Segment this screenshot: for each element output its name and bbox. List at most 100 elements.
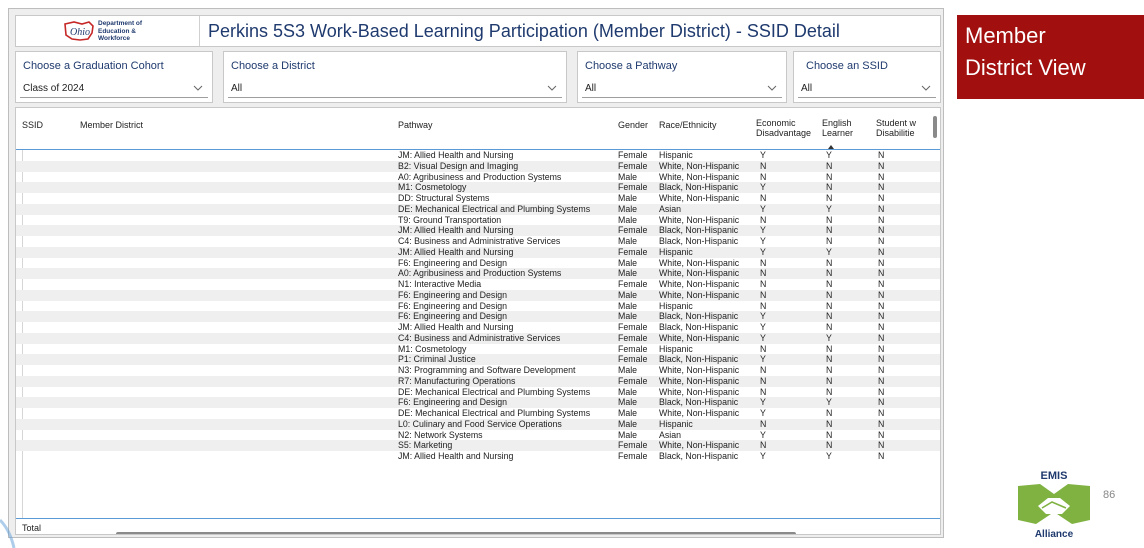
column-header-students-with-disabilities[interactable]: Student w Disabilitie: [876, 118, 928, 140]
table-row[interactable]: F6: Engineering and Design Male Black, Non…: [16, 311, 940, 322]
cell-race-ethnicity: Black, Non-Hispanic: [659, 225, 739, 236]
table-row[interactable]: N1: Interactive Media Female White, Non-Hi…: [16, 279, 940, 290]
table-row[interactable]: A0: Agribusiness and Production Systems M…: [16, 268, 940, 279]
table-body: JM: Allied Health and Nursing Female Hispa…: [16, 150, 940, 518]
cell-students-with-disabilities: N: [878, 236, 885, 246]
table-row[interactable]: DE: Mechanical Electrical and Plumbing S…: [16, 203, 940, 215]
table-row[interactable]: DD: Structural Systems Male White, Non-His…: [16, 193, 940, 204]
cell-economic-disadvantage: Y: [760, 332, 766, 343]
table-row[interactable]: T9: Ground Transportation Male White, Non-…: [16, 215, 940, 226]
chevron-down-icon[interactable]: [192, 83, 204, 93]
chevron-down-icon[interactable]: [546, 83, 558, 93]
column-header-member-district[interactable]: Member District: [80, 120, 143, 130]
table-row[interactable]: N2: Network Systems Male Asian Y N N: [16, 429, 940, 441]
table-row[interactable]: N3: Programming and Software Development…: [16, 365, 940, 376]
cell-english-learner: N: [826, 300, 833, 311]
filter-bar: Choose a Graduation Cohort Class of 2024…: [15, 51, 941, 105]
table-row[interactable]: F6: Engineering and Design Male Hispanic N N…: [16, 300, 940, 312]
cell-economic-disadvantage: N: [760, 440, 767, 451]
cell-pathway: JM: Allied Health and Nursing: [398, 322, 514, 332]
cell-students-with-disabilities: N: [878, 451, 885, 461]
column-header-ssid[interactable]: SSID: [22, 120, 43, 130]
table-row[interactable]: F6: Engineering and Design Male White, Non…: [16, 289, 940, 301]
cell-students-with-disabilities: N: [878, 150, 885, 160]
cell-race-ethnicity: Black, Non-Hispanic: [659, 311, 739, 322]
cell-economic-disadvantage: N: [760, 257, 767, 268]
cell-students-with-disabilities: N: [878, 343, 885, 354]
chevron-down-icon[interactable]: [920, 83, 932, 93]
ohio-state-icon: Ohio: [64, 21, 94, 41]
cell-gender: Male: [618, 300, 638, 311]
table-row[interactable]: JM: Allied Health and Nursing Female Black…: [16, 225, 940, 236]
cell-economic-disadvantage: Y: [760, 236, 766, 246]
cell-economic-disadvantage: Y: [760, 397, 766, 408]
cell-pathway: F6: Engineering and Design: [398, 257, 508, 268]
cell-economic-disadvantage: N: [760, 193, 767, 203]
cell-gender: Male: [618, 429, 638, 440]
cell-english-learner: N: [826, 429, 833, 440]
cell-race-ethnicity: White, Non-Hispanic: [659, 160, 740, 171]
column-header-gender[interactable]: Gender: [618, 120, 648, 130]
logo-text: Department of Education & Workforce: [98, 20, 143, 42]
cell-english-learner: N: [826, 193, 833, 203]
horizontal-scrollbar[interactable]: [116, 532, 796, 534]
sort-ascending-icon[interactable]: [828, 145, 834, 149]
cell-gender: Female: [618, 246, 648, 257]
vertical-scrollbar[interactable]: [933, 116, 937, 138]
graduation-cohort-label: Choose a Graduation Cohort: [23, 60, 164, 72]
cell-students-with-disabilities: N: [878, 268, 885, 279]
column-header-race-ethnicity[interactable]: Race/Ethnicity: [659, 120, 717, 130]
cell-economic-disadvantage: N: [760, 279, 767, 289]
table-row[interactable]: DE: Mechanical Electrical and Plumbing S…: [16, 408, 940, 419]
cell-gender: Female: [618, 440, 648, 451]
table-row[interactable]: M1: Cosmetology Female Black, Non-Hispanic…: [16, 182, 940, 193]
ssid-filter-value[interactable]: All: [801, 83, 812, 94]
table-row[interactable]: S5: Marketing Female White, Non-Hispanic N N…: [16, 440, 940, 451]
cell-gender: Male: [618, 257, 638, 268]
cell-gender: Female: [618, 225, 648, 236]
table-row[interactable]: C4: Business and Administrative Services…: [16, 236, 940, 247]
column-header-economic-disadvantage[interactable]: Economic Disadvantage: [756, 118, 816, 138]
cell-pathway: JM: Allied Health and Nursing: [398, 246, 514, 257]
column-header-english-learner[interactable]: English Learner: [822, 118, 862, 138]
table-row[interactable]: JM: Allied Health and Nursing Female Black…: [16, 322, 940, 333]
table-row[interactable]: F6: Engineering and Design Male Black, Non…: [16, 397, 940, 408]
pathway-filter[interactable]: Choose a Pathway All: [577, 51, 787, 103]
cell-race-ethnicity: Black, Non-Hispanic: [659, 236, 739, 246]
cell-english-learner: N: [826, 236, 833, 246]
district-filter[interactable]: Choose a District All: [223, 51, 567, 103]
table-row[interactable]: L0: Culinary and Food Service Operations…: [16, 418, 940, 430]
column-header-pathway[interactable]: Pathway: [398, 120, 433, 130]
cell-economic-disadvantage: N: [760, 365, 767, 375]
table-row[interactable]: DE: Mechanical Electrical and Plumbing S…: [16, 387, 940, 398]
cell-economic-disadvantage: Y: [760, 354, 766, 365]
cell-pathway: M1: Cosmetology: [398, 182, 467, 193]
table-row[interactable]: JM: Allied Health and Nursing Female Hispa…: [16, 150, 940, 161]
table-row[interactable]: JM: Allied Health and Nursing Female Hispa…: [16, 246, 940, 258]
table-row[interactable]: P1: Criminal Justice Female Black, Non-His…: [16, 354, 940, 365]
ssid-filter[interactable]: Choose an SSID All: [793, 51, 941, 103]
table-row[interactable]: R7: Manufacturing Operations Female White,…: [16, 375, 940, 387]
cell-students-with-disabilities: N: [878, 182, 885, 193]
ssid-filter-label: Choose an SSID: [806, 60, 888, 72]
graduation-cohort-filter[interactable]: Choose a Graduation Cohort Class of 2024: [15, 51, 213, 103]
cell-economic-disadvantage: N: [760, 160, 767, 171]
district-filter-value[interactable]: All: [231, 83, 242, 94]
cell-students-with-disabilities: N: [878, 300, 885, 311]
cell-students-with-disabilities: N: [878, 225, 885, 236]
table-row[interactable]: F6: Engineering and Design Male White, Non…: [16, 257, 940, 269]
cell-pathway: JM: Allied Health and Nursing: [398, 225, 514, 236]
cell-students-with-disabilities: N: [878, 429, 885, 440]
table-row[interactable]: JM: Allied Health and Nursing Female Black…: [16, 451, 940, 462]
cell-english-learner: N: [826, 160, 833, 171]
graduation-cohort-value[interactable]: Class of 2024: [23, 83, 84, 94]
cell-english-learner: Y: [826, 332, 832, 343]
pathway-filter-value[interactable]: All: [585, 83, 596, 94]
table-row[interactable]: C4: Business and Administrative Services…: [16, 332, 940, 344]
table-row[interactable]: B2: Visual Design and Imaging Female White…: [16, 160, 940, 172]
table-row[interactable]: A0: Agribusiness and Production Systems M…: [16, 172, 940, 183]
chevron-down-icon[interactable]: [766, 83, 778, 93]
table-row[interactable]: M1: Cosmetology Female Hispanic N N N: [16, 343, 940, 355]
cell-race-ethnicity: Black, Non-Hispanic: [659, 451, 739, 461]
cell-english-learner: N: [826, 408, 833, 418]
